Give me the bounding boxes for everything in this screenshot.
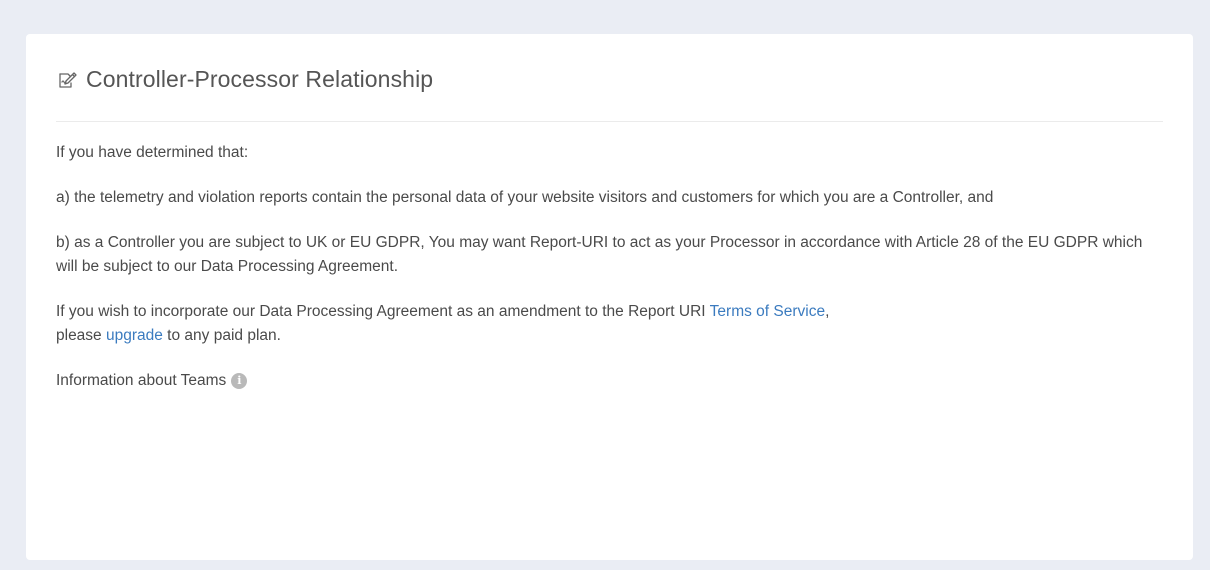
incorporate-text-please: please [56, 327, 106, 344]
info-icon[interactable]: i [231, 373, 248, 389]
panel-title: Controller-Processor Relationship [86, 66, 434, 92]
teams-info-line: Information about Teams i [56, 369, 1163, 393]
dpa-panel: Controller-Processor Relationship If you… [26, 34, 1193, 560]
incorporate-text-end: to any paid plan. [162, 327, 281, 344]
incorporate-text-start: If you wish to incorporate our Data Proc… [56, 303, 710, 320]
upgrade-link[interactable]: upgrade [106, 327, 163, 344]
teams-info-label: Information about Teams [56, 372, 227, 389]
panel-header: Controller-Processor Relationship [56, 34, 1163, 122]
incorporate-text-comma: , [825, 303, 830, 320]
point-a-text: a) the telemetry and violation reports c… [56, 189, 994, 206]
intro-text: If you have determined that: [56, 144, 249, 161]
incorporate-text: If you wish to incorporate our Data Proc… [56, 300, 1163, 348]
terms-of-service-link[interactable]: Terms of Service [710, 303, 825, 320]
edit-icon [56, 69, 78, 91]
panel-body: If you have determined that: a) the tele… [56, 122, 1163, 393]
point-b-text: b) as a Controller you are subject to UK… [56, 234, 1143, 275]
